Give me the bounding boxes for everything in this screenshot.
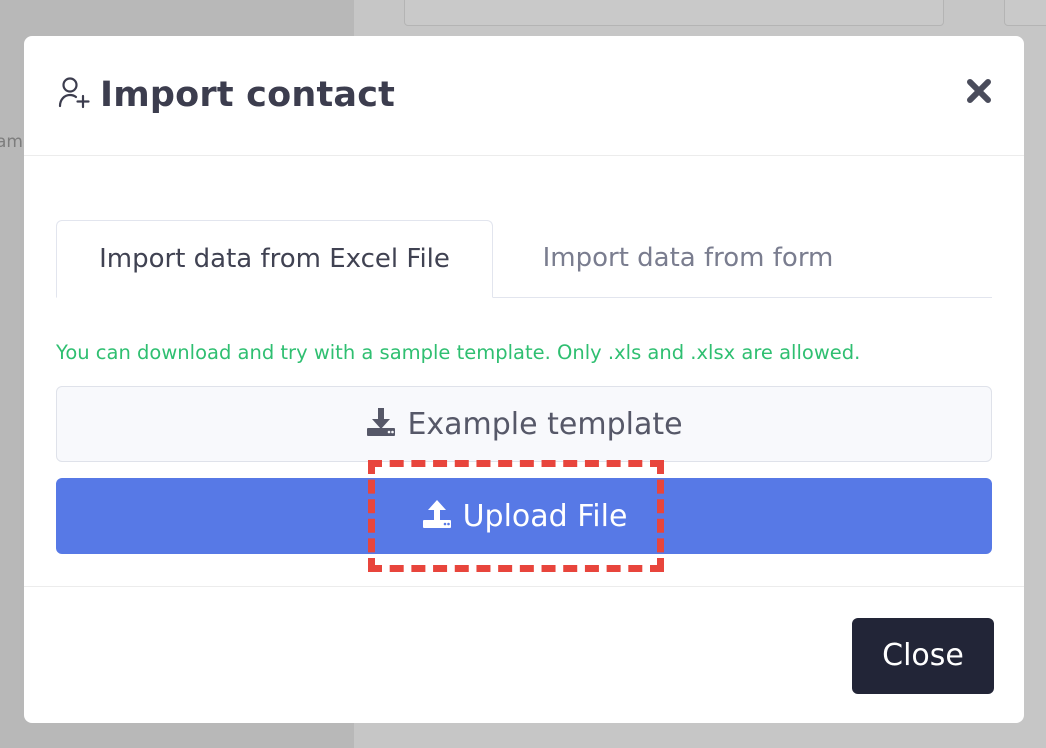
close-button[interactable]: Close: [852, 618, 994, 694]
upload-file-button[interactable]: Upload File: [56, 478, 992, 554]
upload-file-label: Upload File: [462, 498, 628, 534]
modal-header: Import contact: [24, 36, 1024, 156]
example-template-button[interactable]: Example template: [56, 386, 992, 462]
template-hint-text: You can download and try with a sample t…: [56, 341, 861, 364]
example-template-label: Example template: [407, 406, 683, 442]
user-plus-icon: [58, 76, 90, 110]
import-contact-modal: Import contact Import data from Excel Fi…: [24, 36, 1024, 723]
upload-icon: [421, 498, 453, 534]
download-icon: [365, 406, 397, 442]
import-tabs: Import data from Excel File Import data …: [56, 220, 992, 298]
modal-title: Import contact: [100, 75, 396, 115]
background-field: [1004, 0, 1046, 26]
tab-import-form[interactable]: Import data from form: [493, 220, 883, 298]
background-field: [404, 0, 944, 26]
tab-import-excel[interactable]: Import data from Excel File: [56, 220, 493, 298]
background-edge-text: am: [0, 132, 23, 152]
close-icon[interactable]: [962, 74, 996, 108]
